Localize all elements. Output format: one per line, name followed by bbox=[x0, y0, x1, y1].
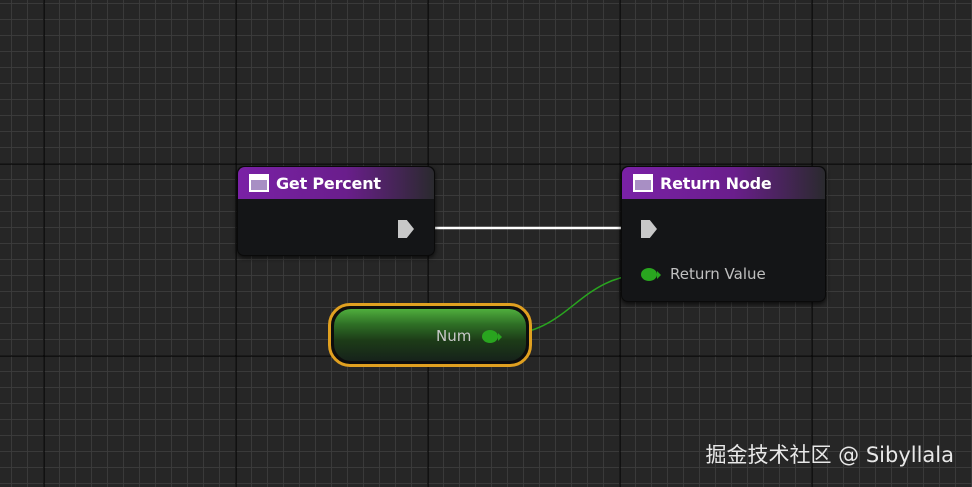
exec-output-pin[interactable] bbox=[398, 220, 414, 238]
wires-layer bbox=[414, 226, 651, 336]
return-value-pin[interactable] bbox=[641, 268, 657, 281]
get-percent-node[interactable]: Get Percent bbox=[237, 166, 435, 256]
return-value-label: Return Value bbox=[670, 265, 766, 283]
return-node-header[interactable]: Return Node bbox=[622, 167, 825, 199]
num-output-pin-arrow bbox=[498, 333, 502, 341]
watermark: 掘金技术社区 @ Sibyllala bbox=[705, 443, 954, 467]
return-node-title: Return Node bbox=[660, 173, 772, 193]
blueprint-graph-canvas[interactable]: Get Percent Return Node Return Value Num… bbox=[0, 0, 972, 487]
get-percent-header[interactable]: Get Percent bbox=[238, 167, 434, 199]
exec-input-pin[interactable] bbox=[641, 220, 657, 238]
function-icon bbox=[249, 174, 269, 192]
function-icon bbox=[633, 174, 653, 192]
get-percent-title: Get Percent bbox=[276, 173, 381, 193]
num-variable-label: Num bbox=[436, 327, 472, 345]
num-output-pin[interactable] bbox=[482, 330, 498, 343]
return-node[interactable]: Return Node Return Value bbox=[621, 166, 826, 302]
num-variable-node[interactable]: Num bbox=[328, 303, 532, 367]
return-value-pin-arrow bbox=[657, 271, 661, 279]
